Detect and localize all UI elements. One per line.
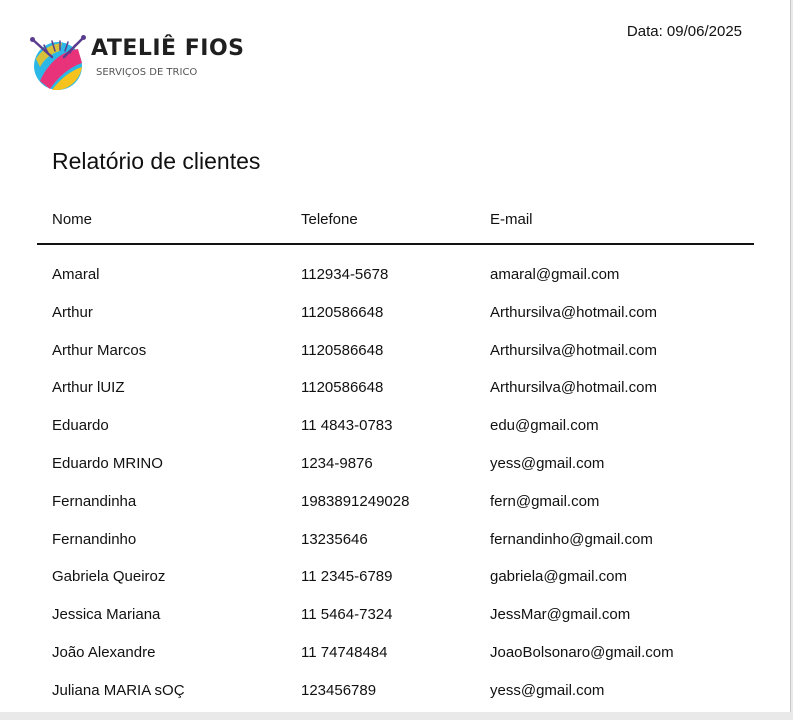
table-row: Arthur 1120586648 Arthursilva@hotmail.co… [52,304,752,342]
client-phone: 11 2345-6789 [301,568,393,586]
table-row: Jessica Mariana 11 5464-7324 JessMar@gma… [52,606,752,644]
client-email: JessMar@gmail.com [490,606,631,624]
client-name: Juliana MARIA sOÇ [52,681,185,699]
table-row: Arthur lUIZ 1120586648 Arthursilva@hotma… [52,379,752,417]
table-row: Fernandinho 13235646 fernandinho@gmail.c… [52,531,752,569]
brand-logo: ATELIÊ FIOS SERVIÇOS DE TRICO [30,33,270,91]
table-row: Amaral 112934-5678 amaral@gmail.com [52,266,752,304]
yarn-ball-knitting-needles-icon [30,35,86,90]
table-row: João Alexandre 11 74748484 JoaoBolsonaro… [52,644,752,682]
table-row: Gabriela Queiroz 11 2345-6789 gabriela@g… [52,568,752,606]
client-email: Arthursilva@hotmail.com [490,303,657,321]
table-row: Eduardo 11 4843-0783 edu@gmail.com [52,417,752,455]
client-email: gabriela@gmail.com [490,568,627,586]
page-title: Relatório de clientes [52,148,261,174]
client-name: João Alexandre [52,643,156,661]
client-name: Eduardo [52,417,109,435]
client-phone: 1983891249028 [301,492,410,510]
client-table-body: Amaral 112934-5678 amaral@gmail.com Arth… [52,266,752,720]
brand-tagline: SERVIÇOS DE TRICO [96,67,198,78]
client-phone: 112934-5678 [301,266,389,283]
client-name: Jessica Mariana [52,606,161,624]
client-phone: 123456789 [301,681,377,699]
client-name: Arthur lUIZ [52,379,125,397]
client-phone: 1120586648 [301,341,384,359]
client-phone: 1234-9876 [301,454,373,472]
client-email: Arthursilva@hotmail.com [490,379,657,397]
client-name: Fernandinha [52,492,137,510]
client-phone: 1120586648 [301,303,384,321]
report-date: Data: 09/06/2025 [626,23,742,40]
header-divider [37,243,754,245]
client-name: Arthur [52,303,93,321]
client-email: fernandinho@gmail.com [490,530,653,548]
client-email: yess@gmail.com [490,681,605,699]
client-phone: 11 74748484 [301,643,388,661]
table-row: Fernandinha 1983891249028 fern@gmail.com [52,493,752,531]
client-name: Arthur Marcos [52,341,147,359]
column-header-email: E-mail [490,211,533,228]
table-row: Eduardo MRINO 1234-9876 yess@gmail.com [52,455,752,493]
client-name: Eduardo MRINO [52,454,163,472]
column-header-name: Nome [52,211,93,228]
report-page: ATELIÊ FIOS SERVIÇOS DE TRICO Data: 09/0… [0,0,791,712]
table-row: Arthur Marcos 1120586648 Arthursilva@hot… [52,342,752,380]
client-email: JoaoBolsonaro@gmail.com [490,643,674,661]
client-phone: 13235646 [301,530,368,548]
client-name: Gabriela Queiroz [52,568,166,586]
brand-name: ATELIÊ FIOS [91,36,245,61]
client-email: amaral@gmail.com [490,266,620,283]
client-phone: 1120586648 [301,379,384,397]
client-phone: 11 5464-7324 [301,606,393,624]
client-name: Fernandinho [52,530,137,548]
client-email: edu@gmail.com [490,417,599,435]
client-name: Amaral [52,266,100,283]
client-phone: 11 4843-0783 [301,417,393,435]
column-header-phone: Telefone [301,211,358,228]
table-row: Juliana MARIA sOÇ 123456789 yess@gmail.c… [52,682,752,720]
client-email: yess@gmail.com [490,454,605,472]
client-email: Arthursilva@hotmail.com [490,341,657,359]
client-email: fern@gmail.com [490,492,600,510]
table-header: Nome Telefone E-mail [52,211,752,231]
